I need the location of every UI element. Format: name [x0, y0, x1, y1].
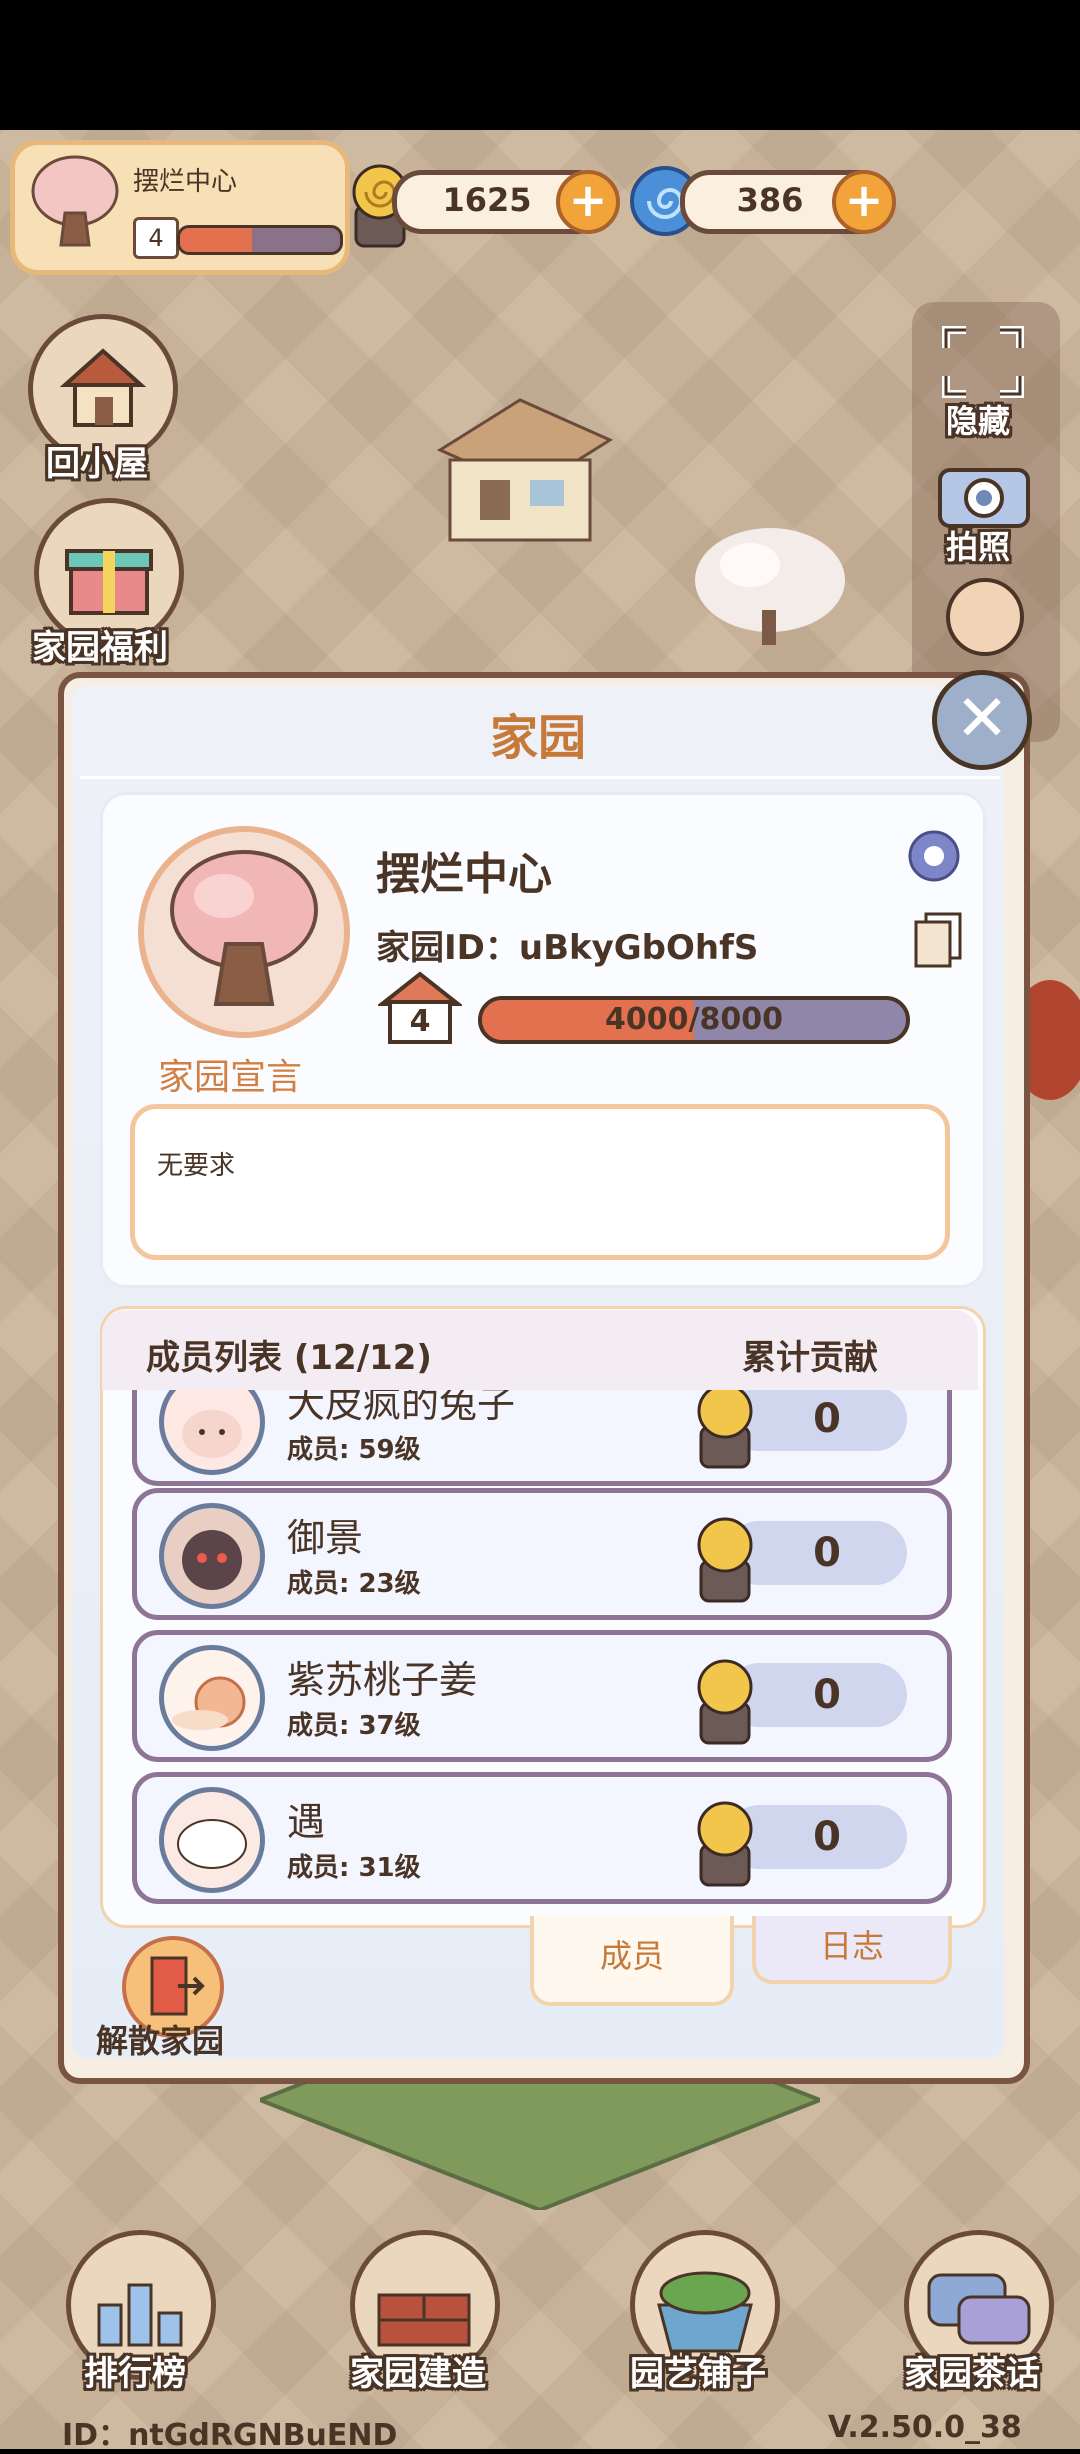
- snail-coin-icon: [685, 1785, 765, 1889]
- cherry-tree-icon: [170, 850, 318, 1006]
- settings-gear-icon[interactable]: [904, 826, 964, 890]
- copy-id-icon[interactable]: [912, 910, 966, 974]
- house-icon: [57, 341, 149, 437]
- member-row[interactable]: 遇 成员: 31级 0: [132, 1772, 952, 1904]
- declaration-label: 家园宣言: [158, 1057, 303, 1098]
- snail-avatar-icon: [159, 1645, 265, 1751]
- rabbit-avatar-icon: [159, 1390, 265, 1475]
- garden-shop-label: 园艺铺子: [630, 2354, 766, 2394]
- garden-summary-card[interactable]: 摆烂中心 4: [10, 140, 350, 275]
- exp-text: 4000/8000: [605, 1002, 783, 1037]
- garden-level-value: 4: [148, 224, 164, 252]
- modal-title: 家园: [489, 710, 586, 766]
- back-to-cabin-label: 回小屋: [46, 444, 148, 484]
- member-list-viewport[interactable]: 大皮疯的兔子 成员: 59级 0 御景 成员: 23级 0 紫苏桃子姜 成员: …: [100, 1390, 980, 1910]
- gift-icon: [61, 525, 157, 625]
- garden-build-label: 家园建造: [350, 2354, 486, 2394]
- member-row[interactable]: 御景 成员: 23级 0: [132, 1488, 952, 1620]
- dissolve-garden-label: 解散家园: [96, 2022, 225, 2060]
- declaration-text: 无要求: [157, 1151, 236, 1181]
- member-list-title: 成员列表 (12/12): [146, 1338, 432, 1378]
- garden-welfare-label: 家园福利: [32, 628, 168, 668]
- garden-house-scenery: [420, 380, 620, 560]
- gem-value: 386: [736, 181, 804, 219]
- contribution-header: 累计贡献: [742, 1338, 878, 1378]
- hide-icon[interactable]: [938, 322, 1028, 406]
- member-contribution: 0: [813, 1672, 841, 1718]
- declaration-box: 无要求: [130, 1104, 950, 1260]
- member-row[interactable]: 紫苏桃子姜 成员: 37级 0: [132, 1630, 952, 1762]
- garden-progress-bar: [177, 225, 343, 255]
- blossom-tree-scenery: [690, 520, 850, 650]
- garden-name-title: 摆烂中心: [376, 849, 552, 900]
- garden-chat-label: 家园茶话: [904, 2354, 1040, 2394]
- garden-level-badge: 4: [133, 217, 179, 259]
- garden-tree-avatar-icon: [25, 153, 125, 253]
- cloud-avatar-icon: [159, 1787, 265, 1893]
- modal-level-value: 4: [409, 1004, 431, 1039]
- add-gem-button[interactable]: +: [832, 170, 896, 234]
- character-avatar-icon[interactable]: [946, 578, 1024, 656]
- tab-members-label: 成员: [599, 1937, 664, 1975]
- member-name: 大皮疯的兔子: [287, 1390, 516, 1426]
- version-text: V.2.50.0_38: [828, 2410, 1022, 2445]
- garden-avatar: [138, 826, 350, 1038]
- snail-coin-value: 1625: [442, 181, 532, 219]
- hide-label: 隐藏: [946, 402, 1011, 440]
- cat-avatar-icon: [159, 1503, 265, 1609]
- exp-bar: 4000/8000: [478, 996, 910, 1044]
- snail-coin-icon: [685, 1501, 765, 1605]
- member-name: 遇: [287, 1800, 326, 1844]
- tab-log[interactable]: 日志: [752, 1916, 952, 1984]
- member-level: 成员: 23级: [287, 1569, 421, 1599]
- tab-log-label: 日志: [819, 1927, 884, 1965]
- garden-id-label: 家园ID：: [376, 928, 519, 968]
- garden-name-label: 摆烂中心: [133, 167, 238, 197]
- member-contribution: 0: [813, 1814, 841, 1860]
- snail-coin-icon: [685, 1390, 765, 1471]
- tab-members[interactable]: 成员: [530, 1916, 734, 2006]
- close-icon: ✕: [955, 682, 1009, 756]
- member-level: 成员: 37级: [287, 1711, 421, 1741]
- member-contribution: 0: [813, 1396, 841, 1442]
- member-level: 成员: 31级: [287, 1853, 421, 1883]
- leaderboard-label: 排行榜: [84, 2354, 186, 2394]
- member-contribution: 0: [813, 1530, 841, 1576]
- title-divider: [80, 776, 1000, 779]
- close-button[interactable]: ✕: [932, 670, 1032, 770]
- garden-id-row: 家园ID：uBkyGbOhfS: [376, 920, 758, 969]
- garden-id-value: uBkyGbOhfS: [518, 928, 759, 968]
- member-row[interactable]: 大皮疯的兔子 成员: 59级 0: [132, 1390, 952, 1486]
- snail-coin-icon: [685, 1643, 765, 1747]
- add-snail-coin-button[interactable]: +: [556, 170, 620, 234]
- member-name: 紫苏桃子姜: [287, 1658, 478, 1702]
- member-name: 御景: [287, 1516, 364, 1560]
- member-level: 成员: 59级: [287, 1435, 421, 1465]
- garden-progress-fill: [180, 228, 252, 252]
- camera-label: 拍照: [946, 528, 1011, 566]
- user-id-text: ID：ntGdRGNBuEND: [62, 2418, 398, 2453]
- garden-level-house-icon: 4: [376, 970, 464, 1046]
